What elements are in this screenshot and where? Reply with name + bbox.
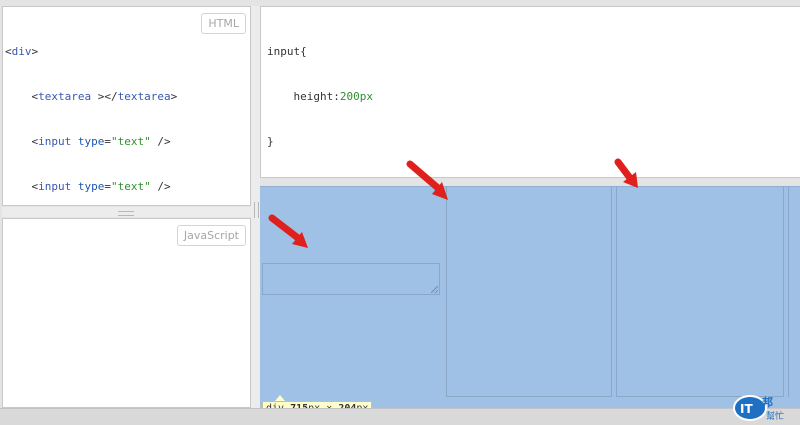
rendered-text-input[interactable] [446,187,612,397]
ithome-logo: IT 邦 幫忙 [733,395,784,422]
code-line: input{ [267,45,307,58]
html-editor-pane[interactable]: HTML <div> <textarea ></textarea> <input… [2,6,251,238]
result-pane[interactable]: div 715px × 204px [260,186,800,417]
splitter-grip [254,202,259,218]
svg-text:IT: IT [740,402,753,416]
rendered-text-input[interactable] [616,187,784,397]
svg-text:幫忙: 幫忙 [766,410,784,422]
code-line: <input type="text" /> [31,135,171,148]
pane-splitter-horizontal[interactable] [2,207,251,217]
rendered-textarea[interactable] [262,263,440,295]
javascript-pane-label: JavaScript [176,225,246,246]
code-line: <input type="text" /> [31,180,171,193]
css-code[interactable]: input{ height:200px } [267,14,373,179]
annotation-arrow-icon [614,158,638,188]
svg-text:邦: 邦 [762,395,773,409]
pane-splitter-vertical[interactable] [251,6,260,408]
code-line: } [267,135,274,148]
resize-handle-icon[interactable] [431,286,438,293]
css-editor-pane[interactable]: input{ height:200px } [260,6,800,178]
bottom-toolbar [0,408,800,425]
code-line: <div> [5,45,39,58]
javascript-editor-pane[interactable]: JavaScript [2,218,251,408]
html-pane-label: HTML [201,13,246,34]
code-line: <textarea ></textarea> [31,90,178,103]
annotation-arrow-icon [268,214,308,248]
rendered-div-edge [788,187,789,397]
splitter-grip [118,211,134,216]
annotation-arrow-icon [406,160,448,200]
code-line: height:200px [293,90,374,103]
